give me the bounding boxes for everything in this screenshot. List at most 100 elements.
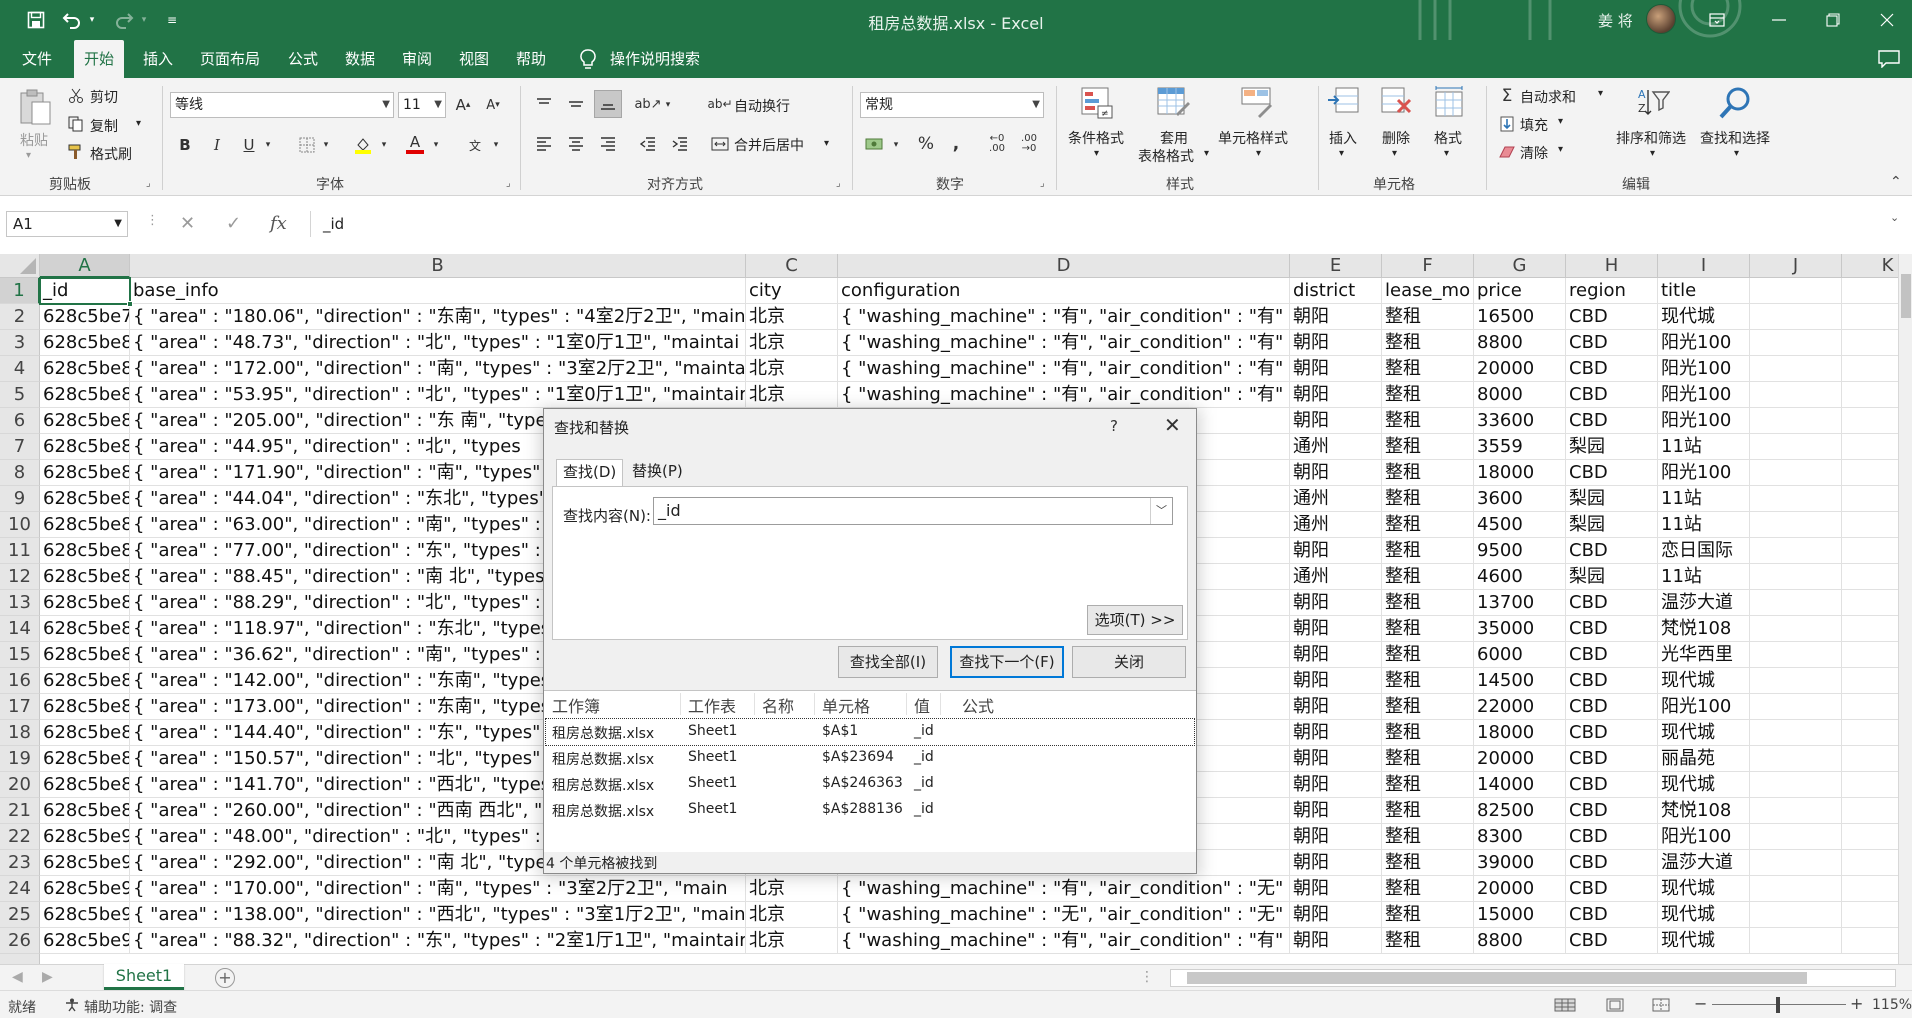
cell-e21[interactable]: 朝阳 (1290, 798, 1382, 824)
cell-i9[interactable]: 11站 (1658, 486, 1750, 512)
cell-f13[interactable]: 整租 (1382, 590, 1474, 616)
cell-k11[interactable] (1842, 538, 1898, 564)
cell-a19[interactable]: 628c5be8 (40, 746, 130, 772)
zoom-level[interactable]: 115% (1872, 997, 1912, 1013)
cell-j18[interactable] (1750, 720, 1842, 746)
col-formula-header[interactable]: 公式 (962, 693, 994, 717)
insert-function-icon[interactable]: fx (270, 213, 287, 234)
cell-e1[interactable]: district (1290, 278, 1382, 304)
format-cells-button[interactable]: 格式 (1434, 128, 1462, 148)
dialog-help-icon[interactable]: ? (1110, 417, 1118, 435)
cell-g7[interactable]: 3559 (1474, 434, 1566, 460)
tab-insert[interactable]: 插入 (133, 40, 183, 78)
row-header[interactable]: 7 (0, 434, 40, 460)
paste-dropdown-icon[interactable]: ▾ (26, 150, 31, 161)
cell-j4[interactable] (1750, 356, 1842, 382)
col-value-header[interactable]: 值 (914, 693, 930, 717)
cell-e22[interactable]: 朝阳 (1290, 824, 1382, 850)
cell-k7[interactable] (1842, 434, 1898, 460)
vertical-scroll-thumb[interactable] (1901, 274, 1911, 318)
result-row[interactable]: 租房总数据.xlsx Sheet1 $A$288136 _id (546, 797, 1194, 823)
cancel-entry-icon[interactable]: ✕ (180, 213, 195, 234)
font-color-icon[interactable]: A (404, 132, 426, 156)
cell-e14[interactable]: 朝阳 (1290, 616, 1382, 642)
find-history-dropdown-icon[interactable]: ﹀ (1150, 498, 1172, 524)
cell-a1[interactable]: _id (40, 278, 130, 304)
cell-b24[interactable]: { "area" : "170.00", "direction" : "南", … (130, 876, 746, 902)
cell-k14[interactable] (1842, 616, 1898, 642)
cell-h24[interactable]: CBD (1566, 876, 1658, 902)
cell-i1[interactable]: title (1658, 278, 1750, 304)
cell-a12[interactable]: 628c5be8 (40, 564, 130, 590)
cell-e18[interactable]: 朝阳 (1290, 720, 1382, 746)
cell-a8[interactable]: 628c5be8 (40, 460, 130, 486)
cell-k16[interactable] (1842, 668, 1898, 694)
cell-g5[interactable]: 8000 (1474, 382, 1566, 408)
cell-h15[interactable]: CBD (1566, 642, 1658, 668)
col-workbook-header[interactable]: 工作簿 (552, 693, 600, 717)
cell-j14[interactable] (1750, 616, 1842, 642)
delete-dropdown-icon[interactable]: ▾ (1392, 148, 1397, 159)
cell-f20[interactable]: 整租 (1382, 772, 1474, 798)
cell-b5[interactable]: { "area" : "53.95", "direction" : "北", "… (130, 382, 746, 408)
clipboard-launcher-icon[interactable]: ⌟ (146, 178, 151, 189)
autosum-icon[interactable]: Σ (1498, 86, 1516, 106)
select-all-corner[interactable] (0, 254, 40, 278)
cell-a13[interactable]: 628c5be8 (40, 590, 130, 616)
cut-button[interactable]: 剪切 (90, 87, 118, 107)
cell-k25[interactable] (1842, 902, 1898, 928)
cell-k3[interactable] (1842, 330, 1898, 356)
cell-i15[interactable]: 光华西里 (1658, 642, 1750, 668)
cell-a23[interactable]: 628c5be9 (40, 850, 130, 876)
cell-c3[interactable]: 北京 (746, 330, 838, 356)
cell-e7[interactable]: 通州 (1290, 434, 1382, 460)
orientation-icon[interactable]: ab↗ (634, 92, 661, 116)
phonetic-dropdown-icon[interactable]: ▾ (490, 136, 502, 154)
find-what-input[interactable]: _id ﹀ (653, 497, 1173, 525)
row-header[interactable]: 26 (0, 928, 40, 954)
cell-i20[interactable]: 现代城 (1658, 772, 1750, 798)
cell-a14[interactable]: 628c5be8 (40, 616, 130, 642)
accounting-format-icon[interactable] (862, 132, 886, 156)
tab-formulas[interactable]: 公式 (278, 40, 328, 78)
insert-cells-button[interactable]: 插入 (1329, 128, 1357, 148)
collapse-ribbon-icon[interactable]: ⌃ (1890, 174, 1902, 190)
format-as-table-button[interactable]: 套用 (1160, 128, 1188, 148)
column-header-h[interactable]: H (1566, 254, 1658, 278)
cell-d1[interactable]: configuration (838, 278, 1290, 304)
tab-file[interactable]: 文件 (12, 40, 62, 78)
column-header-a[interactable]: A (40, 254, 130, 278)
cell-j12[interactable] (1750, 564, 1842, 590)
tab-view[interactable]: 视图 (449, 40, 499, 78)
cell-g3[interactable]: 8800 (1474, 330, 1566, 356)
cell-e9[interactable]: 通州 (1290, 486, 1382, 512)
status-accessibility[interactable]: 辅助功能: 调查 (84, 997, 177, 1017)
cell-b4[interactable]: { "area" : "172.00", "direction" : "南", … (130, 356, 746, 382)
cell-k21[interactable] (1842, 798, 1898, 824)
cell-i8[interactable]: 阳光100 (1658, 460, 1750, 486)
cell-c24[interactable]: 北京 (746, 876, 838, 902)
phonetic-guide-icon[interactable]: 文 (464, 134, 486, 156)
format-cells-icon[interactable] (1432, 86, 1466, 120)
align-right-icon[interactable] (596, 132, 620, 156)
increase-font-size-icon[interactable]: A ▴ (452, 94, 474, 116)
column-header-b[interactable]: B (130, 254, 746, 278)
cell-j11[interactable] (1750, 538, 1842, 564)
cell-h23[interactable]: CBD (1566, 850, 1658, 876)
row-header[interactable]: 25 (0, 902, 40, 928)
row-header[interactable]: 9 (0, 486, 40, 512)
cell-j3[interactable] (1750, 330, 1842, 356)
cell-i4[interactable]: 阳光100 (1658, 356, 1750, 382)
accounting-dropdown-icon[interactable]: ▾ (890, 136, 902, 154)
bold-icon[interactable]: B (174, 134, 196, 156)
confirm-entry-icon[interactable]: ✓ (226, 213, 241, 234)
cell-h16[interactable]: CBD (1566, 668, 1658, 694)
cell-f25[interactable]: 整租 (1382, 902, 1474, 928)
cell-f24[interactable]: 整租 (1382, 876, 1474, 902)
cell-k13[interactable] (1842, 590, 1898, 616)
cell-j8[interactable] (1750, 460, 1842, 486)
cell-f12[interactable]: 整租 (1382, 564, 1474, 590)
result-row[interactable]: 租房总数据.xlsx Sheet1 $A$246363 _id (546, 771, 1194, 797)
undo-icon[interactable] (58, 8, 86, 32)
sort-filter-dropdown-icon[interactable]: ▾ (1650, 148, 1655, 159)
